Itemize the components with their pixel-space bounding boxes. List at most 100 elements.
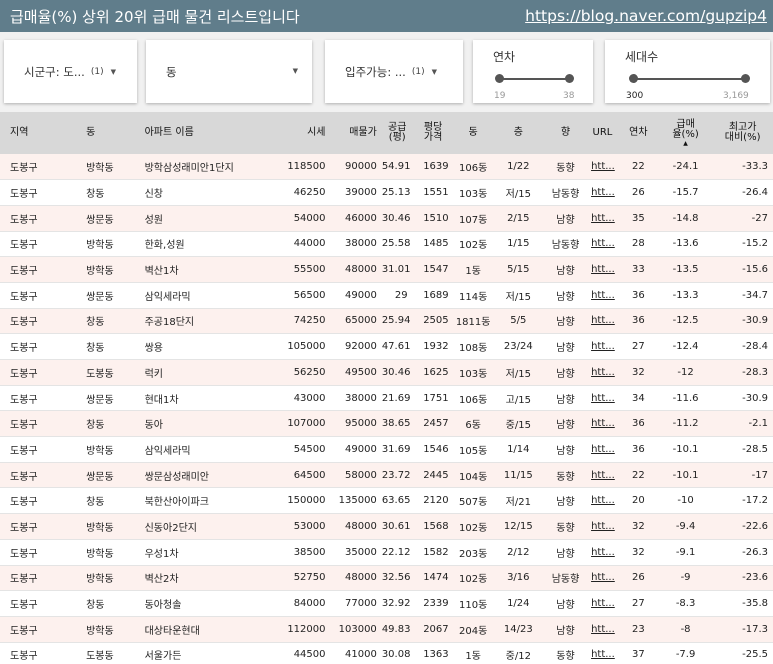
cell-age: 33	[617, 256, 659, 283]
households-slider-min-handle[interactable]	[629, 74, 638, 83]
cell-age: 32	[617, 359, 659, 386]
cell-building: 203동	[453, 539, 493, 566]
cell-listing-url[interactable]: htt...	[587, 616, 618, 643]
column-header-region[interactable]: 지역	[0, 112, 83, 154]
cell-listing-url[interactable]: htt...	[587, 359, 618, 386]
cell-floor: 11/15	[492, 462, 544, 489]
column-header-discount-rate[interactable]: 급매 율(%) ▲	[658, 112, 713, 154]
cell-market-price: 74250	[284, 308, 331, 335]
cell-region: 도봉구	[0, 333, 83, 360]
cell-apartment-name: 서울가든	[140, 642, 285, 664]
cell-region: 도봉구	[0, 205, 83, 232]
cell-region: 도봉구	[0, 642, 83, 664]
cell-direction: 남향	[543, 436, 588, 463]
cell-floor: 저/15	[492, 359, 544, 386]
cell-vs-high: -15.2	[712, 231, 773, 258]
cell-listing-price: 48000	[330, 565, 382, 592]
households-slider-track[interactable]	[633, 78, 745, 80]
cell-listing-price: 49000	[330, 436, 382, 463]
dong-dropdown[interactable]: 동 ▼	[146, 40, 312, 103]
sort-ascending-icon: ▲	[683, 139, 688, 147]
cell-listing-url[interactable]: htt...	[587, 282, 618, 309]
cell-discount-rate: -10.1	[658, 436, 713, 463]
age-slider-max-handle[interactable]	[565, 74, 574, 83]
column-header-label: 매물가	[349, 126, 377, 138]
cell-listing-price: 38000	[330, 385, 382, 412]
column-header-age[interactable]: 연차	[617, 112, 659, 154]
cell-listing-url[interactable]: htt...	[587, 179, 618, 206]
cell-price-per-pyeong: 1689	[412, 282, 454, 309]
age-slider-min-handle[interactable]	[495, 74, 504, 83]
cell-floor: 5/15	[492, 256, 544, 283]
cell-supply-area: 25.13	[381, 179, 413, 206]
cell-listing-url[interactable]: htt...	[587, 154, 618, 181]
cell-listing-url[interactable]: htt...	[587, 462, 618, 489]
column-header-supply-area[interactable]: 공급 (평)	[381, 112, 413, 154]
cell-supply-area: 30.46	[381, 359, 413, 386]
column-header-listing-url[interactable]: URL	[587, 112, 618, 154]
column-header-vs-high[interactable]: 최고가 대비(%)	[712, 112, 773, 154]
cell-listing-price: 39000	[330, 179, 382, 206]
cell-listing-price: 95000	[330, 410, 382, 438]
column-header-apartment-name[interactable]: 아파트 이름	[140, 112, 285, 154]
cell-building: 507동	[453, 487, 493, 515]
cell-supply-area: 23.72	[381, 462, 413, 489]
blog-link[interactable]: https://blog.naver.com/gupzip4	[525, 7, 767, 25]
cell-market-price: 84000	[284, 590, 331, 617]
column-header-direction[interactable]: 향	[543, 112, 588, 154]
cell-price-per-pyeong: 2457	[412, 410, 454, 438]
cell-supply-area: 30.61	[381, 513, 413, 540]
cell-listing-url[interactable]: htt...	[587, 333, 618, 360]
households-range-slider[interactable]: 세대수 300 3,169	[605, 40, 770, 103]
cell-vs-high: -33.3	[712, 154, 773, 181]
cell-listing-price: 35000	[330, 539, 382, 566]
cell-discount-rate: -9	[658, 565, 713, 592]
cell-supply-area: 54.91	[381, 154, 413, 181]
cell-listing-price: 77000	[330, 590, 382, 617]
column-header-label: 시세	[307, 126, 326, 138]
cell-listing-url[interactable]: htt...	[587, 513, 618, 540]
households-slider-max-handle[interactable]	[741, 74, 750, 83]
cell-discount-rate: -10	[658, 487, 713, 515]
cell-listing-url[interactable]: htt...	[587, 539, 618, 566]
column-header-label: 향	[560, 126, 571, 138]
sigungu-dropdown[interactable]: 시군구: 도... (1) ▼	[4, 40, 137, 103]
cell-listing-url[interactable]: htt...	[587, 565, 618, 592]
cell-listing-url[interactable]: htt...	[587, 385, 618, 412]
cell-price-per-pyeong: 1751	[412, 385, 454, 412]
cell-price-per-pyeong: 1485	[412, 231, 454, 258]
column-header-listing-price[interactable]: 매물가	[330, 112, 382, 154]
age-range-slider[interactable]: 연차 19 38	[473, 40, 593, 103]
cell-age: 36	[617, 410, 659, 438]
cell-listing-url[interactable]: htt...	[587, 436, 618, 463]
cell-listing-url[interactable]: htt...	[587, 231, 618, 258]
column-header-building[interactable]: 동	[453, 112, 493, 154]
cell-listing-url[interactable]: htt...	[587, 205, 618, 232]
cell-discount-rate: -12.4	[658, 333, 713, 360]
cell-vs-high: -27	[712, 205, 773, 232]
cell-direction: 남향	[543, 410, 588, 438]
cell-listing-url[interactable]: htt...	[587, 487, 618, 515]
move-in-dropdown[interactable]: 입주가능: ... (1) ▼	[325, 40, 463, 103]
cell-listing-url[interactable]: htt...	[587, 308, 618, 335]
column-header-label: 동	[86, 126, 96, 138]
cell-listing-url[interactable]: htt...	[587, 410, 618, 438]
column-header-floor[interactable]: 층	[492, 112, 544, 154]
table-row: 도봉구 쌍문동 성원 54000 46000 30.46 1510 107동 2/15 남향 htt…	[0, 205, 773, 232]
column-header-price-per-pyeong[interactable]: 평당 가격	[412, 112, 454, 154]
cell-listing-url[interactable]: htt...	[587, 642, 618, 664]
cell-floor: 중/15	[492, 410, 544, 438]
cell-region: 도봉구	[0, 616, 83, 643]
cell-market-price: 150000	[284, 487, 331, 515]
table-row: 도봉구 방학동 벽산2차 52750 48000 32.56 1474 102동 3/16 남동향…	[0, 565, 773, 592]
age-slider-track[interactable]	[499, 78, 569, 80]
cell-region: 도봉구	[0, 282, 83, 309]
column-header-market-price[interactable]: 시세	[284, 112, 331, 154]
cell-age: 20	[617, 487, 659, 515]
cell-price-per-pyeong: 1568	[412, 513, 454, 540]
cell-discount-rate: -11.6	[658, 385, 713, 412]
cell-direction: 남향	[543, 487, 588, 515]
cell-listing-url[interactable]: htt...	[587, 256, 618, 283]
cell-listing-url[interactable]: htt...	[587, 590, 618, 617]
column-header-dong[interactable]: 동	[82, 112, 141, 154]
